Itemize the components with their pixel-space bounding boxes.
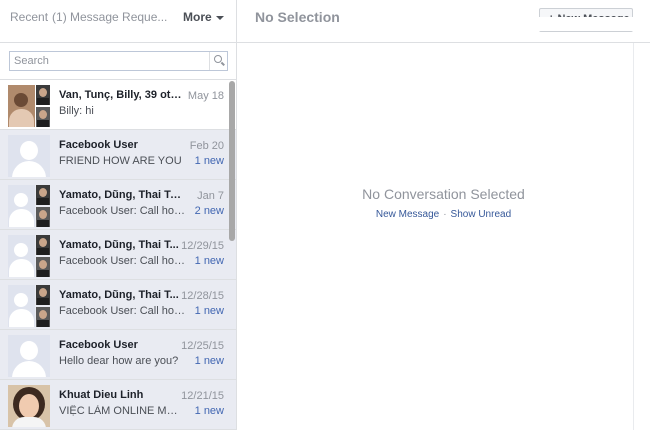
conversation-name: Yamato, Dũng, Thai T...	[59, 239, 179, 251]
conversation-name: Yamato, Dũng, Thai Tan, ...	[59, 189, 184, 201]
conversation-snippet: VIỆC LÀM ONLINE MÙA TẾ...	[59, 405, 185, 417]
link-separator: ·	[443, 209, 447, 220]
conversation-item[interactable]: Facebook User Feb 20 FRIEND HOW ARE YOU …	[0, 130, 236, 180]
group-avatar	[8, 185, 50, 227]
default-avatar	[8, 335, 50, 377]
unread-count: 1 new	[194, 405, 224, 417]
conversation-date: May 18	[187, 90, 224, 102]
topbar-divider	[236, 0, 237, 43]
empty-state-links: New Message · Show Unread	[237, 209, 650, 220]
search-box	[9, 51, 228, 71]
conversation-sidebar: Van, Tunç, Billy, 39 oth... May 18 Billy…	[0, 43, 237, 430]
page-title: No Selection	[255, 9, 340, 25]
default-avatar	[8, 135, 50, 177]
chevron-down-icon	[215, 15, 224, 20]
conversation-item[interactable]: Yamato, Dũng, Thai Tan, ... Jan 7 Facebo…	[0, 180, 236, 230]
conversation-item[interactable]: Yamato, Dũng, Thai T... 12/28/15 Faceboo…	[0, 280, 236, 330]
unread-count: 1 new	[194, 255, 224, 267]
group-avatar	[8, 285, 50, 327]
unread-count: 1 new	[194, 155, 224, 167]
conversation-name: Facebook User	[59, 139, 138, 151]
messages-topbar: Recent (1) Message Reque... More No Selec…	[0, 0, 650, 43]
conversation-item[interactable]: Khuat Dieu Linh 12/21/15 VIỆC LÀM ONLINE…	[0, 380, 236, 430]
more-dropdown[interactable]: More	[183, 10, 224, 24]
conversation-snippet: Hello dear how are you?	[59, 355, 179, 367]
show-unread-link[interactable]: Show Unread	[451, 209, 512, 220]
conversation-name: Van, Tunç, Billy, 39 oth...	[59, 89, 184, 101]
new-message-link[interactable]: New Message	[376, 209, 439, 220]
sidebar-scrollbar[interactable]	[229, 81, 235, 241]
tab-recent[interactable]: Recent (1)	[10, 10, 67, 24]
conversation-snippet: Billy: hi	[59, 105, 94, 117]
conversation-snippet: FRIEND HOW ARE YOU	[59, 155, 182, 167]
group-avatar	[8, 235, 50, 277]
conversation-name: Yamato, Dũng, Thai T...	[59, 289, 179, 301]
conversation-item[interactable]: Facebook User 12/25/15 Hello dear how ar…	[0, 330, 236, 380]
conversation-date: Jan 7	[197, 190, 224, 202]
search-input[interactable]	[10, 52, 210, 70]
conversation-snippet: Facebook User: Call hoặc S...	[59, 305, 185, 317]
conversation-date: 12/25/15	[181, 340, 224, 352]
tab-recent-count: (1)	[52, 10, 67, 24]
conversation-item[interactable]: Van, Tunç, Billy, 39 oth... May 18 Billy…	[0, 80, 236, 130]
topbar-overlay	[524, 17, 650, 31]
conversation-snippet: Facebook User: Call hoặc S...	[59, 255, 185, 267]
tab-recent-label: Recent	[10, 10, 49, 24]
avatar	[8, 385, 50, 427]
search-icon[interactable]	[209, 52, 227, 70]
conversation-name: Facebook User	[59, 339, 138, 351]
conversation-list: Van, Tunç, Billy, 39 oth... May 18 Billy…	[0, 80, 236, 430]
conversation-pane: No Conversation Selected New Message · Sho…	[237, 43, 650, 430]
unread-count: 2 new	[194, 205, 224, 217]
search-handle	[221, 61, 225, 66]
conversation-date: Feb 20	[189, 140, 224, 152]
conversation-name: Khuat Dieu Linh	[59, 389, 144, 401]
conversation-date: 12/21/15	[181, 390, 224, 402]
conversation-snippet: Facebook User: Call hoặc S...	[59, 205, 185, 217]
conversation-item[interactable]: Yamato, Dũng, Thai T... 12/29/15 Faceboo…	[0, 230, 236, 280]
group-avatar	[8, 85, 50, 127]
conversation-date: 12/29/15	[181, 240, 224, 252]
empty-state-title: No Conversation Selected	[362, 186, 525, 202]
tab-message-requests[interactable]: Message Reque...	[70, 10, 167, 24]
unread-count: 1 new	[194, 355, 224, 367]
unread-count: 1 new	[194, 305, 224, 317]
conversation-date: 12/28/15	[181, 290, 224, 302]
more-label: More	[183, 10, 212, 24]
right-edge-panel	[633, 43, 650, 430]
